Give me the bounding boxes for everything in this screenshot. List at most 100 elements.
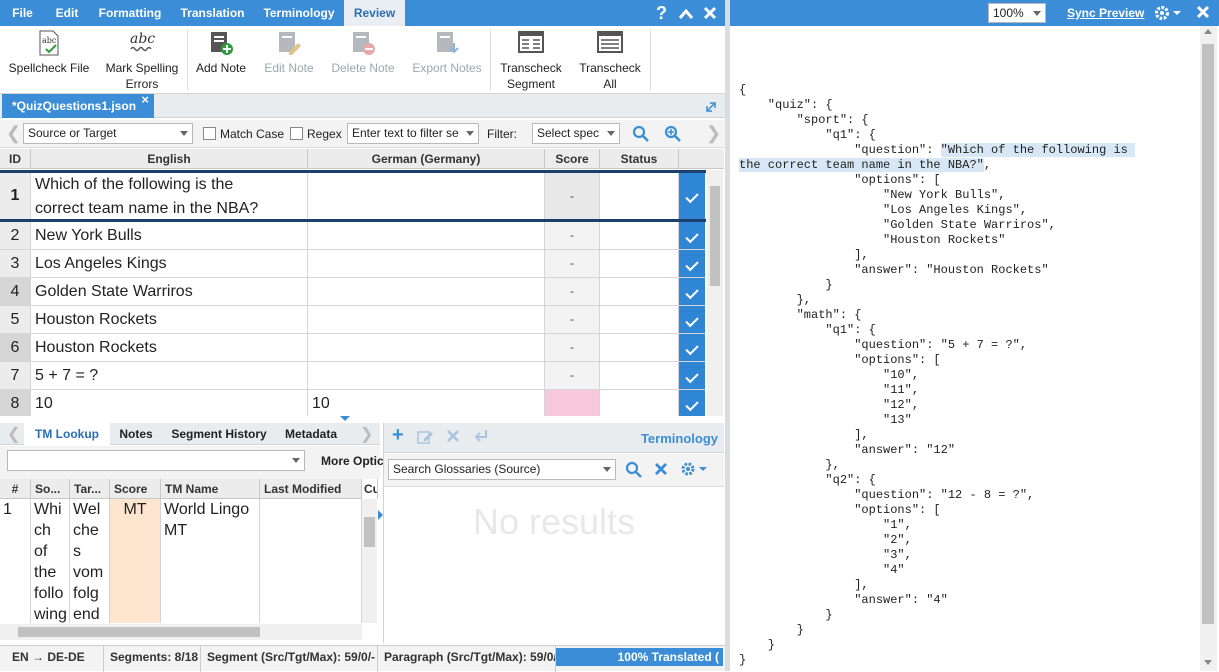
confirm-checkmark-icon[interactable] (679, 250, 705, 277)
col-german[interactable]: German (Germany) (308, 149, 545, 169)
delete-term-icon[interactable] (446, 429, 460, 448)
add-note-button[interactable]: Add Note (193, 26, 249, 94)
confirm-checkmark-icon[interactable] (679, 278, 705, 305)
target-cell[interactable] (308, 173, 545, 219)
zoom-search-icon[interactable] (664, 125, 682, 146)
col-status[interactable]: Status (600, 149, 679, 169)
json-line: "question": "5 + 7 = ?", (739, 338, 1028, 352)
target-cell[interactable] (308, 278, 545, 305)
tm-horizontal-scrollbar[interactable] (0, 624, 362, 640)
json-line: "answer": "12" (739, 443, 956, 457)
confirm-checkmark-icon[interactable] (679, 334, 705, 361)
delete-note-button[interactable]: Delete Note (329, 26, 397, 94)
menu-review[interactable]: Review (344, 0, 405, 26)
tab-notes[interactable]: Notes (110, 423, 162, 445)
tm-result-row[interactable]: 1 Whi ch of the follo wing Wel che s vom folg end … (0, 499, 362, 623)
grid-scrollbar[interactable] (707, 170, 723, 416)
table-row[interactable]: 3 Los Angeles Kings - (0, 250, 706, 278)
json-line: "options": [ (739, 503, 941, 517)
table-row[interactable]: 7 5 + 7 = ? - (0, 362, 706, 390)
svg-text:abc: abc (130, 31, 155, 47)
next-arrow-icon[interactable]: ❯ (706, 123, 721, 144)
tab-tm-lookup[interactable]: TM Lookup (24, 423, 110, 445)
menu-file[interactable]: File (0, 0, 45, 26)
collapse-ribbon-icon[interactable] (678, 5, 694, 25)
scope-select[interactable]: Source or Target (23, 123, 193, 144)
tab-metadata[interactable]: Metadata (276, 423, 346, 445)
target-cell[interactable] (308, 250, 545, 277)
ribbon-separator (187, 30, 188, 90)
scroll-up-icon[interactable] (1204, 29, 1212, 34)
document-tab[interactable]: *QuizQuestions1.json × (2, 92, 154, 118)
col-english[interactable]: English (31, 149, 308, 169)
edit-term-icon[interactable] (417, 429, 434, 450)
table-row[interactable]: 8 10 10 (0, 390, 706, 416)
tm-vertical-scrollbar[interactable] (362, 499, 377, 623)
splitter-handle-icon[interactable] (340, 416, 350, 421)
clear-search-icon[interactable] (654, 462, 668, 479)
glossary-settings-icon[interactable] (680, 461, 708, 480)
preview-settings-icon[interactable] (1153, 4, 1187, 25)
delete-note-icon (350, 30, 376, 55)
regex-checkbox[interactable] (290, 127, 303, 140)
add-note-icon (208, 30, 234, 55)
filter-text-input[interactable]: Enter text to filter se (347, 123, 479, 144)
menu-edit[interactable]: Edit (45, 0, 89, 26)
json-line: } (739, 653, 747, 667)
prev-arrow-icon[interactable]: ❮ (6, 123, 21, 144)
col-id[interactable]: ID (0, 149, 31, 169)
table-row[interactable]: 5 Houston Rockets - (0, 306, 706, 334)
zoom-select[interactable]: 100% (988, 3, 1046, 23)
col-score[interactable]: Score (545, 149, 600, 169)
confirm-checkmark-icon[interactable] (679, 306, 705, 333)
close-icon[interactable] (703, 4, 717, 24)
target-cell[interactable] (308, 362, 545, 389)
filter-spec-select[interactable]: Select spec (532, 123, 620, 144)
match-case-checkbox[interactable] (203, 127, 216, 140)
confirm-checkmark-icon[interactable] (679, 173, 705, 219)
target-cell[interactable]: 10 (308, 390, 545, 416)
json-preview: { "quiz": { "sport": { "q1": { "question… (730, 26, 1200, 671)
table-row[interactable]: 4 Golden State Warriros - (0, 278, 706, 306)
target-cell[interactable] (308, 306, 545, 333)
help-icon[interactable]: ? (656, 3, 667, 23)
json-line: "10", (739, 368, 920, 382)
scroll-down-icon[interactable] (1204, 660, 1212, 665)
tm-search-select[interactable] (7, 450, 305, 471)
menu-terminology[interactable]: Terminology (254, 0, 344, 26)
spellcheck-file-button[interactable]: abc Spellcheck File (6, 26, 92, 94)
close-preview-icon[interactable] (1196, 5, 1210, 22)
transcheck-segment-button[interactable]: Transcheck Segment (497, 26, 565, 94)
export-notes-button[interactable]: Export Notes (410, 26, 484, 94)
close-tab-icon[interactable]: × (141, 88, 149, 112)
expand-icon[interactable] (706, 101, 716, 115)
target-cell[interactable] (308, 334, 545, 361)
more-options-button[interactable]: More Optic (321, 454, 384, 468)
grid-scrollbar-thumb[interactable] (710, 186, 720, 286)
tab-segment-history[interactable]: Segment History (162, 423, 276, 445)
transcheck-all-button[interactable]: Transcheck All (576, 26, 644, 94)
target-cell[interactable] (308, 222, 545, 249)
json-line: }, (739, 293, 812, 307)
mark-spelling-errors-button[interactable]: abc Mark Spelling Errors (98, 26, 186, 94)
table-row[interactable]: 2 New York Bulls - (0, 222, 706, 250)
insert-term-icon[interactable] (473, 429, 489, 448)
glossary-search-bar: Search Glossaries (Source) (384, 454, 724, 487)
add-term-icon[interactable]: + (392, 425, 404, 445)
sync-preview-link[interactable]: Sync Preview (1067, 6, 1144, 20)
confirm-checkmark-icon[interactable] (679, 390, 705, 416)
preview-scrollbar[interactable] (1200, 26, 1217, 671)
segment-grid-header: ID English German (Germany) Score Status (0, 149, 724, 169)
tabs-next-icon[interactable]: ❯ (360, 424, 373, 444)
glossary-search-input[interactable]: Search Glossaries (Source) (388, 459, 616, 480)
confirm-checkmark-icon[interactable] (679, 222, 705, 249)
tabs-prev-icon[interactable]: ❮ (7, 424, 20, 444)
confirm-checkmark-icon[interactable] (679, 362, 705, 389)
menu-formatting[interactable]: Formatting (89, 0, 171, 26)
menu-translation[interactable]: Translation (171, 0, 254, 26)
table-row[interactable]: 6 Houston Rockets - (0, 334, 706, 362)
edit-note-button[interactable]: Edit Note (261, 26, 317, 94)
glossary-search-icon[interactable] (625, 461, 643, 482)
table-row[interactable]: 1 Which of the following is the correct … (0, 170, 706, 222)
search-icon[interactable] (632, 125, 650, 146)
